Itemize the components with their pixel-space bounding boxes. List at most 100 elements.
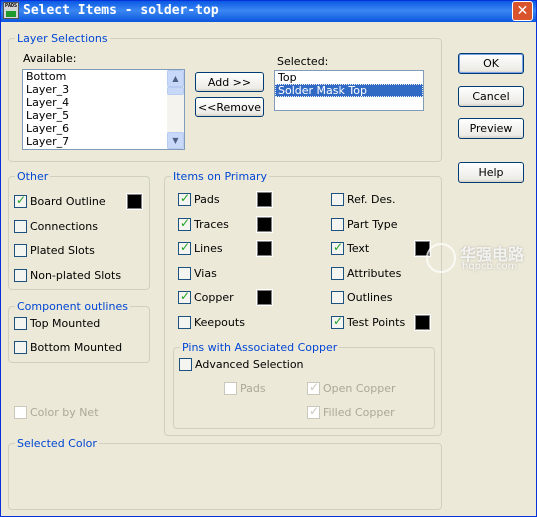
top-mounted-checkbox[interactable] <box>14 317 27 330</box>
checkmark-icon: ✓ <box>180 240 191 254</box>
selected-label-text: Selected: <box>277 55 329 68</box>
checkmark-icon: ✓ <box>333 313 344 328</box>
board-outline-checkbox[interactable]: ✓ <box>14 193 27 208</box>
available-list[interactable]: Bottom Layer_3 Layer_4 Layer_5 Layer_6 Layer_… <box>22 69 185 150</box>
checkmark-icon: ✓ <box>309 380 320 394</box>
select-items-dialog: PADS Select Items - solder-top ✕ Layer S… <box>0 0 537 517</box>
board-outline-color-swatch[interactable] <box>128 195 141 208</box>
non-plated-slots-label: Non-plated Slots <box>30 268 122 282</box>
checkmark-icon: ✓ <box>309 404 320 418</box>
scroll-up-arrow-icon: ▲ <box>172 74 179 83</box>
connections-label: Connections <box>30 219 98 233</box>
close-button[interactable]: ✕ <box>512 1 533 21</box>
selected-item-top[interactable]: Top <box>275 71 423 84</box>
ok-button-label: OK <box>483 57 499 70</box>
cancel-button-label: Cancel <box>472 90 510 103</box>
text-checkbox[interactable]: ✓ <box>331 240 344 255</box>
selected-list[interactable]: Top Solder Mask Top <box>274 70 424 111</box>
selected-item-solder-mask-top[interactable]: Solder Mask Top <box>275 84 423 97</box>
title-bar[interactable]: PADS Select Items - solder-top ✕ <box>1 1 536 22</box>
keepouts-checkbox[interactable] <box>178 315 191 329</box>
scroll-thumb[interactable] <box>167 87 184 95</box>
vias-label: Vias <box>194 266 217 280</box>
ok-button[interactable]: OK <box>458 53 524 74</box>
selected-color-title: Selected Color <box>15 437 99 450</box>
available-item-layer-5[interactable]: Layer_5 <box>23 109 184 122</box>
checkmark-icon: ✓ <box>180 289 191 303</box>
non-plated-slots-checkbox[interactable] <box>14 268 27 282</box>
checkmark-icon: ✓ <box>180 191 191 205</box>
preview-button-label: Preview <box>469 122 513 135</box>
help-button[interactable]: Help <box>458 162 524 183</box>
test-points-label: Test Points <box>347 315 406 329</box>
close-icon: ✕ <box>516 3 529 19</box>
part-type-label: Part Type <box>347 217 398 231</box>
watermark: 华强电路 hqpcb.com <box>426 241 536 281</box>
copper-label: Copper <box>194 291 234 304</box>
advanced-selection-label: Advanced Selection <box>195 358 304 371</box>
copper-color-swatch[interactable] <box>258 291 271 304</box>
available-item-layer-3[interactable]: Layer_3 <box>23 83 184 96</box>
open-copper-checkbox[interactable]: ✓ <box>307 380 320 395</box>
copper-checkbox[interactable]: ✓ <box>178 289 191 304</box>
cancel-button[interactable]: Cancel <box>458 86 524 107</box>
color-by-net-checkbox[interactable] <box>14 406 27 419</box>
selected-label: Selected: <box>277 55 328 68</box>
plated-slots-checkbox[interactable] <box>14 244 27 257</box>
items-on-primary-title: Items on Primary <box>171 170 269 183</box>
layer-selections-title: Layer Selections <box>15 32 110 45</box>
available-item-layer-7[interactable]: Layer_7 <box>23 135 184 148</box>
outlines-label: Outlines <box>347 291 393 304</box>
filled-copper-checkbox[interactable]: ✓ <box>307 404 320 419</box>
part-type-checkbox[interactable] <box>331 217 344 231</box>
test-points-checkbox[interactable]: ✓ <box>331 313 344 329</box>
keepouts-label: Keepouts <box>194 315 245 329</box>
vias-checkbox[interactable] <box>178 266 191 280</box>
bottom-mounted-label: Bottom Mounted <box>30 341 123 354</box>
scroll-down-button[interactable]: ▼ <box>167 132 184 149</box>
attributes-label: Attributes <box>347 266 402 280</box>
watermark-logo-icon <box>426 243 456 273</box>
selected-color-group: Selected Color <box>8 437 442 510</box>
bottom-mounted-checkbox[interactable] <box>14 341 27 354</box>
preview-button[interactable]: Preview <box>458 118 524 139</box>
open-copper-label: Open Copper <box>323 382 396 395</box>
remove-button[interactable]: <<Remove <box>195 97 264 117</box>
board-outline-label: Board Outline <box>30 195 106 208</box>
test-points-color-swatch[interactable] <box>416 315 429 329</box>
available-item-bottom[interactable]: Bottom <box>23 70 184 83</box>
available-item-layer-6[interactable]: Layer_6 <box>23 122 184 135</box>
help-button-label: Help <box>478 166 504 179</box>
checkmark-icon: ✓ <box>16 193 27 207</box>
available-item-layer-4[interactable]: Layer_4 <box>23 96 184 109</box>
checkmark-icon: ✓ <box>333 240 344 254</box>
traces-color-swatch[interactable] <box>258 217 271 231</box>
pads-checkbox[interactable]: ✓ <box>178 191 191 206</box>
scroll-down-arrow-icon: ▼ <box>172 136 179 145</box>
component-outlines-group: Component outlines <box>8 300 150 363</box>
other-title: Other <box>15 170 51 183</box>
traces-label: Traces <box>194 217 229 231</box>
lines-label: Lines <box>194 242 223 255</box>
remove-button-label: <<Remove <box>197 101 262 114</box>
ref-des-label: Ref. Des. <box>347 193 396 206</box>
scroll-up-button[interactable]: ▲ <box>167 70 184 87</box>
pads-color-swatch[interactable] <box>258 193 271 206</box>
attributes-checkbox[interactable] <box>331 266 344 280</box>
add-button[interactable]: Add >> <box>195 72 264 92</box>
add-button-label: Add >> <box>207 76 252 89</box>
lines-checkbox[interactable]: ✓ <box>178 240 191 255</box>
pins-with-copper-title: Pins with Associated Copper <box>180 341 340 354</box>
color-by-net-label: Color by Net <box>30 406 99 419</box>
pins-pads-checkbox[interactable] <box>224 382 237 395</box>
pins-pads-label: Pads <box>240 382 266 395</box>
checkmark-icon: ✓ <box>180 215 191 230</box>
traces-checkbox[interactable]: ✓ <box>178 215 191 231</box>
connections-checkbox[interactable] <box>14 219 27 233</box>
available-label-text: Available: <box>23 52 77 65</box>
outlines-checkbox[interactable] <box>331 291 344 304</box>
advanced-selection-checkbox[interactable] <box>179 358 192 371</box>
available-scrollbar[interactable]: ▲ ▼ <box>167 70 184 149</box>
ref-des-checkbox[interactable] <box>331 193 344 206</box>
lines-color-swatch[interactable] <box>258 242 271 255</box>
